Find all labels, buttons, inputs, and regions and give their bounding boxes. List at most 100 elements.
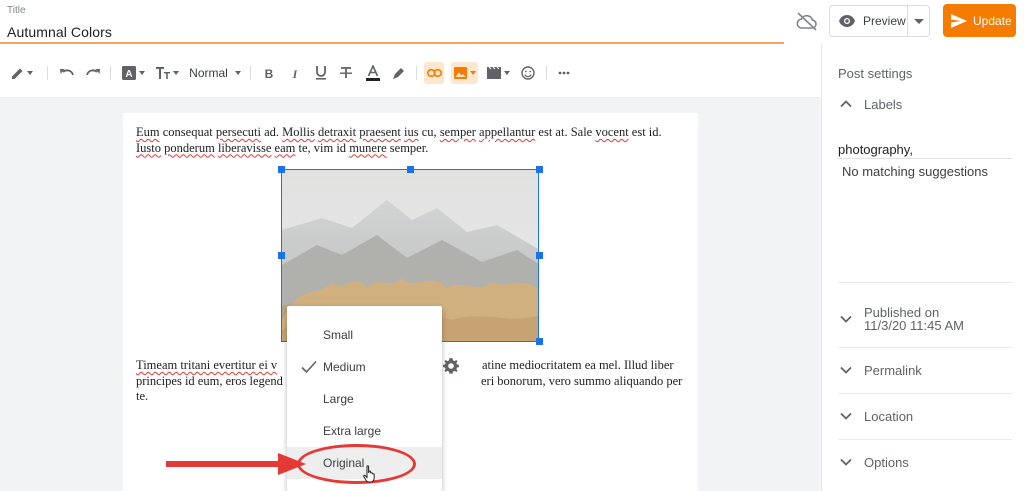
text-run: te, vim id bbox=[295, 140, 350, 155]
menu-item-medium[interactable]: Medium bbox=[287, 351, 442, 383]
font-size-button[interactable] bbox=[155, 58, 179, 88]
menu-item-label: Small bbox=[323, 328, 354, 342]
text-run: est id. bbox=[628, 125, 662, 139]
italic-button[interactable]: I bbox=[287, 58, 303, 88]
text-run: consequat bbox=[159, 125, 216, 139]
paragraph-2-line-3: te. bbox=[136, 389, 149, 403]
chevron-down-icon bbox=[234, 71, 241, 75]
font-color-button[interactable] bbox=[364, 58, 382, 88]
published-date: 11/3/20 11:45 AM bbox=[864, 318, 964, 333]
check-icon bbox=[301, 360, 317, 374]
chevron-down-icon bbox=[840, 412, 852, 420]
svg-text:B: B bbox=[265, 67, 274, 79]
paragraph-style-label: Normal bbox=[189, 66, 228, 80]
cloud-off-icon bbox=[796, 12, 817, 31]
chevron-down-icon bbox=[840, 458, 852, 466]
section-divider bbox=[838, 282, 1012, 283]
section-divider bbox=[838, 347, 1012, 348]
redo-button[interactable] bbox=[84, 58, 102, 88]
more-button[interactable] bbox=[556, 58, 572, 88]
misspelled-word: Iusto bbox=[136, 140, 161, 155]
title-label: Title bbox=[7, 5, 26, 16]
menu-item-large[interactable]: Large bbox=[287, 383, 442, 415]
emoji-button[interactable] bbox=[519, 58, 537, 88]
undo-button[interactable] bbox=[58, 58, 76, 88]
text-color-icon: A bbox=[121, 66, 136, 80]
pen-menu[interactable] bbox=[8, 58, 36, 88]
misspelled-word: persecuti bbox=[215, 125, 261, 139]
image-button[interactable] bbox=[451, 62, 478, 84]
misspelled-word: semper bbox=[439, 125, 476, 139]
paragraph-1[interactable]: Eum consequat persecuti ad. Mollis detra… bbox=[136, 125, 681, 156]
annotation-arrow-icon bbox=[166, 453, 306, 475]
chevron-down-icon bbox=[172, 71, 179, 75]
link-button[interactable] bbox=[424, 62, 444, 84]
chevron-down-icon bbox=[469, 71, 476, 75]
resize-handle-right[interactable] bbox=[536, 252, 543, 259]
toolbar: A Normal B I bbox=[0, 58, 820, 88]
menu-item-extra-large[interactable]: Extra large bbox=[287, 415, 442, 447]
strikethrough-button[interactable] bbox=[338, 58, 354, 88]
toolbar-divider bbox=[47, 66, 48, 80]
location-title: Location bbox=[864, 408, 914, 424]
resize-handle-top-right[interactable] bbox=[536, 166, 543, 173]
resize-handle-bottom-right[interactable] bbox=[536, 338, 543, 345]
location-section-header[interactable]: Location bbox=[838, 408, 913, 424]
misspelled-word: ius bbox=[404, 125, 419, 139]
font-color-icon bbox=[366, 65, 380, 81]
misspelled-word: liberavisse bbox=[217, 140, 272, 155]
preview-button[interactable]: Preview bbox=[829, 5, 930, 37]
menu-item-label: Extra large bbox=[323, 424, 382, 438]
svg-text:A: A bbox=[125, 69, 132, 80]
menu-item-label: Large bbox=[323, 392, 354, 406]
misspelled-word: praesent bbox=[359, 125, 401, 139]
paragraph-2-line-2b: eri bonorum, vero summo aliquando per bbox=[481, 373, 683, 388]
text-style-button[interactable]: A bbox=[120, 58, 146, 88]
update-button[interactable]: Update bbox=[943, 4, 1016, 37]
chevron-down-icon bbox=[840, 315, 852, 323]
text-run: est at. Sale bbox=[535, 125, 596, 139]
annotation-ellipse bbox=[297, 444, 416, 484]
video-icon bbox=[486, 67, 501, 79]
underline-icon bbox=[316, 66, 326, 80]
title-input[interactable]: Autumnal Colors bbox=[7, 24, 112, 40]
video-button[interactable] bbox=[485, 58, 511, 88]
misspelled-word: appellantur bbox=[479, 125, 536, 139]
text-run: ad. bbox=[260, 125, 283, 139]
resize-handle-top-left[interactable] bbox=[278, 166, 285, 173]
redo-icon bbox=[86, 69, 100, 76]
misspelled-word: ponderum bbox=[164, 140, 215, 155]
bold-button[interactable]: B bbox=[261, 58, 277, 88]
preview-dropdown[interactable] bbox=[908, 18, 929, 24]
paragraph-2-line-1a: Timeam tritani evertitur ei v bbox=[136, 358, 278, 372]
undo-icon bbox=[60, 69, 74, 76]
highlighter-icon bbox=[393, 68, 404, 79]
menu-item-small[interactable]: Small bbox=[287, 319, 442, 351]
link-icon bbox=[426, 69, 442, 77]
paragraph-2-line-2a: principes id eum, eros legend bbox=[136, 373, 283, 388]
eye-icon bbox=[839, 15, 855, 27]
labels-section-header[interactable]: Labels bbox=[838, 96, 902, 112]
underline-button[interactable] bbox=[313, 58, 329, 88]
text-run: cu, bbox=[418, 125, 440, 139]
svg-text:I: I bbox=[292, 67, 299, 79]
options-section-header[interactable]: Options bbox=[838, 454, 909, 470]
paragraph-style-dropdown[interactable]: Normal bbox=[189, 58, 241, 88]
gear-icon[interactable] bbox=[442, 357, 460, 375]
chevron-down-icon bbox=[840, 366, 852, 374]
chevron-down-icon bbox=[138, 71, 145, 75]
options-title: Options bbox=[864, 454, 909, 470]
resize-handle-left[interactable] bbox=[278, 252, 285, 259]
preview-main[interactable]: Preview bbox=[830, 6, 908, 36]
chevron-down-icon bbox=[27, 71, 33, 75]
strikethrough-icon bbox=[340, 67, 352, 78]
highlighter-button[interactable] bbox=[390, 58, 408, 88]
resize-handle-top[interactable] bbox=[407, 166, 414, 173]
chevron-down-icon bbox=[503, 71, 510, 75]
misspelled-word: Eum bbox=[136, 125, 160, 139]
permalink-section-header[interactable]: Permalink bbox=[838, 362, 922, 378]
send-icon bbox=[951, 13, 967, 28]
labels-input[interactable]: photography, bbox=[838, 142, 913, 157]
menu-item-label: Medium bbox=[323, 360, 366, 374]
chevron-up-icon bbox=[840, 100, 852, 108]
